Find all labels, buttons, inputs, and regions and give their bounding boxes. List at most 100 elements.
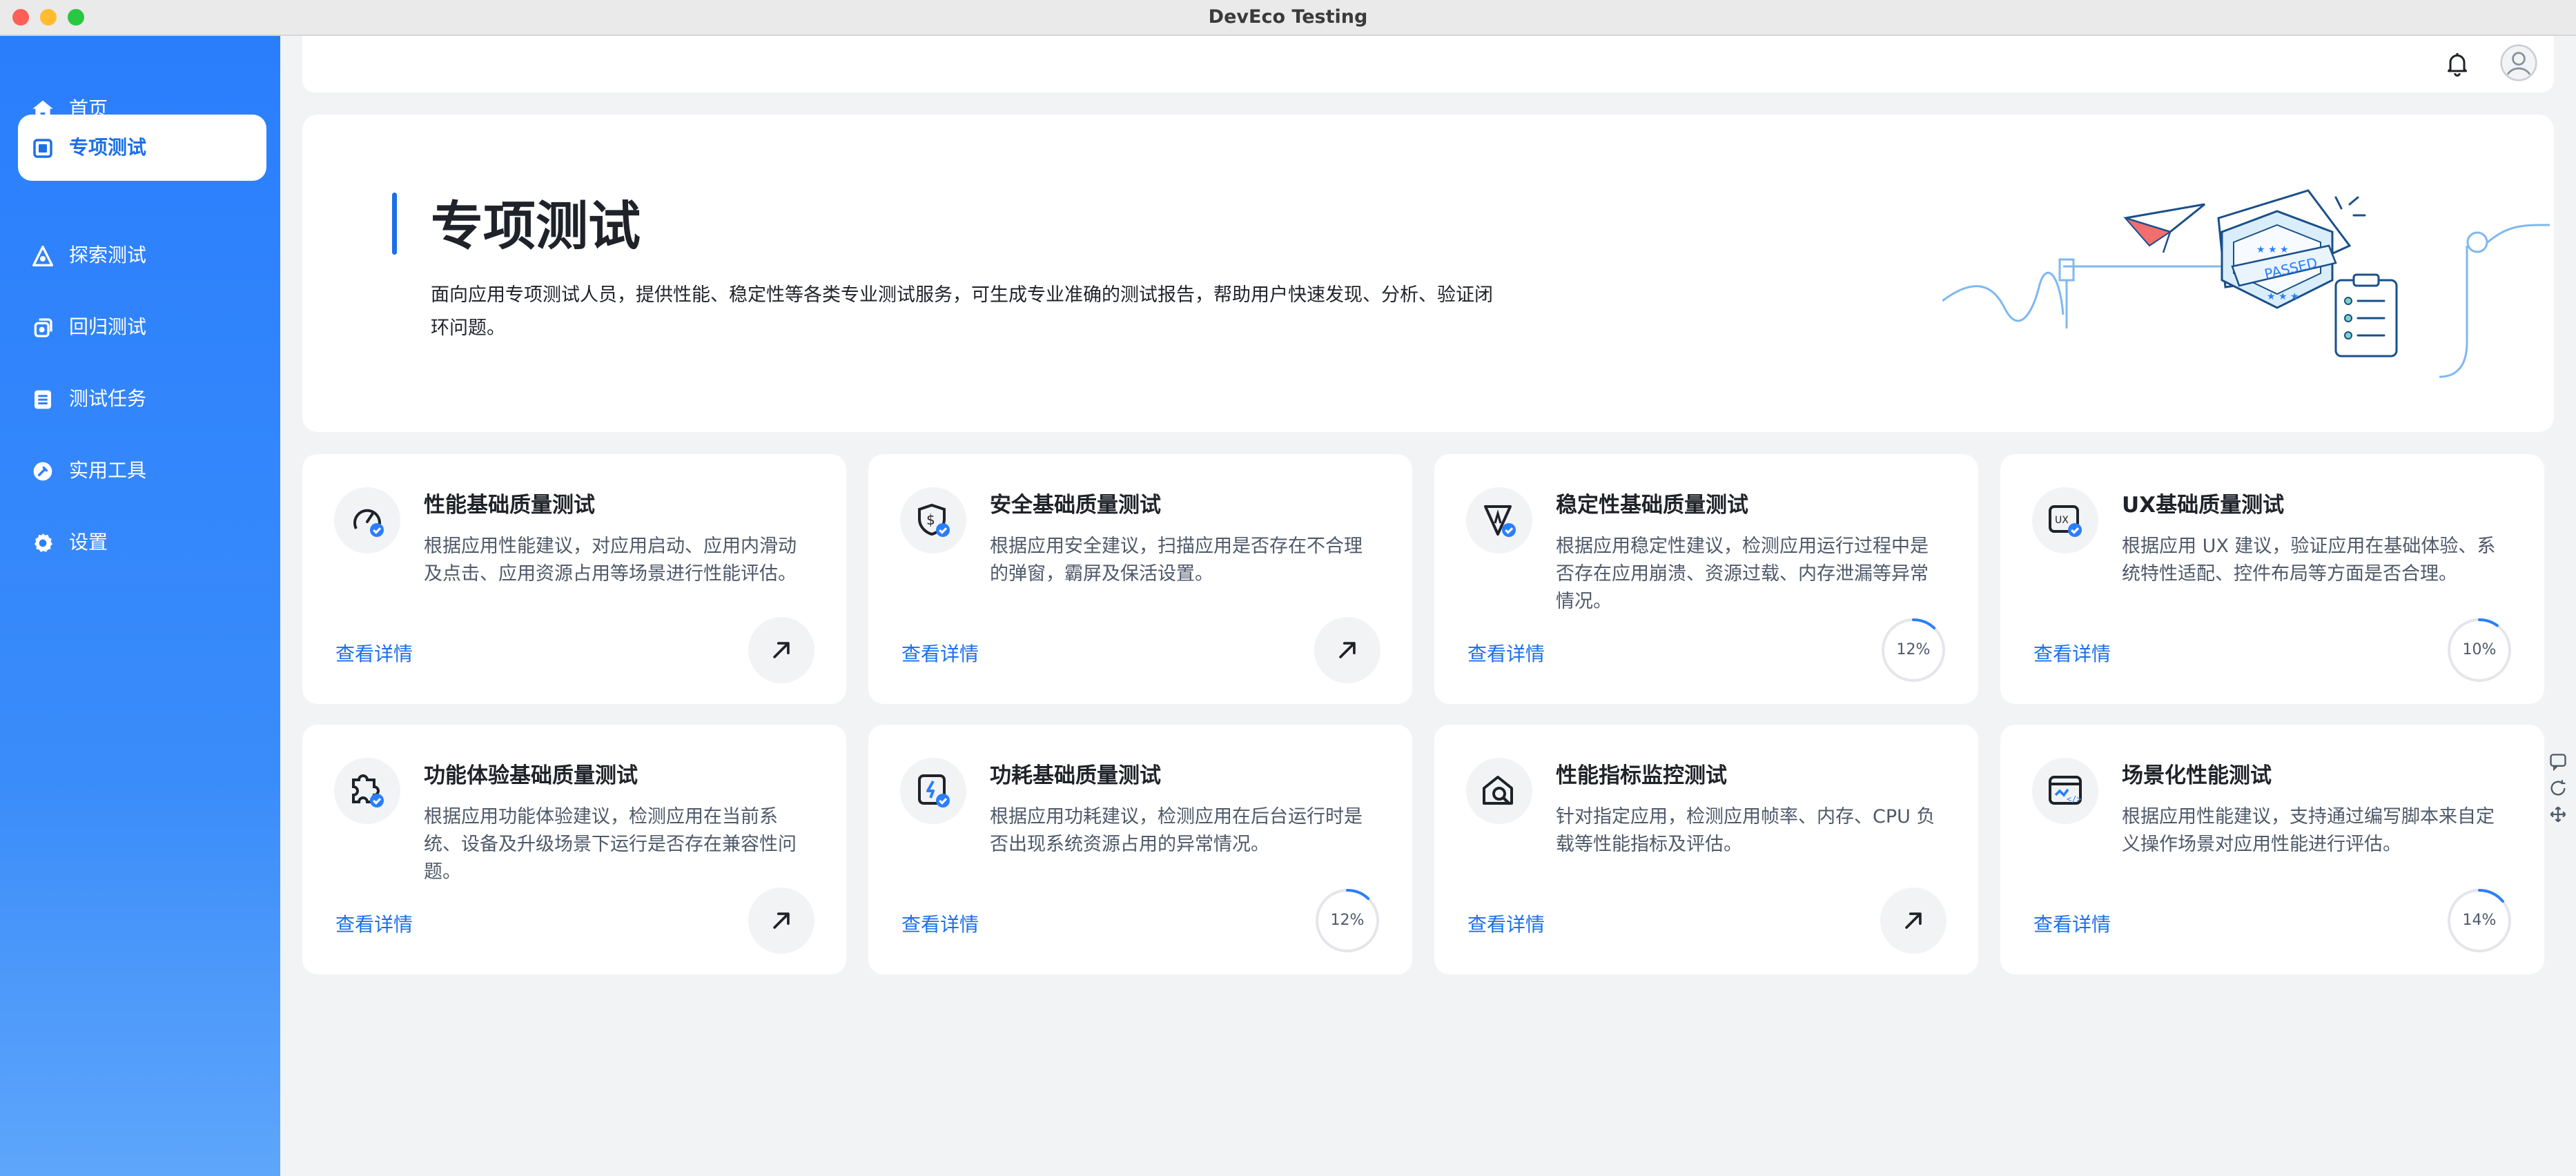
card-icon-wrap bbox=[334, 758, 400, 824]
svg-text:$: $ bbox=[926, 511, 935, 528]
open-arrow-button[interactable] bbox=[748, 617, 814, 683]
explore-icon bbox=[32, 246, 53, 266]
sidebar-item-label: 设置 bbox=[69, 531, 108, 553]
task-list-icon bbox=[35, 390, 51, 409]
sidebar-item-label: 探索测试 bbox=[69, 244, 147, 266]
view-details-link[interactable]: 查看详情 bbox=[2033, 910, 2111, 937]
progress-ring: 10% bbox=[2445, 616, 2514, 685]
power-consumption-icon bbox=[918, 774, 950, 807]
notification-bell-icon[interactable] bbox=[2443, 50, 2471, 77]
special-test-icon bbox=[33, 139, 52, 158]
card-function-experience[interactable]: 功能体验基础质量测试 根据应用功能体验建议，检测应用在当前系统、设备及升级场景下… bbox=[302, 725, 846, 974]
sidebar: 首页 专项测试 探索测试 回归测试 测试任务 实用工具 设置 bbox=[0, 36, 280, 1176]
open-arrow-button[interactable] bbox=[1880, 888, 1946, 954]
card-title: UX基础质量测试 bbox=[2122, 493, 2285, 518]
hero-banner: 专项测试 面向应用专项测试人员，提供性能、稳定性等各类专业测试服务，可生成专业准… bbox=[302, 115, 2554, 432]
progress-ring: 14% bbox=[2445, 886, 2514, 955]
window-title: DevEco Testing bbox=[1208, 6, 1368, 28]
card-performance-basic[interactable]: 性能基础质量测试 根据应用性能建议，对应用启动、应用内滑动及点击、应用资源占用等… bbox=[302, 454, 846, 704]
sidebar-item-settings[interactable]: 设置 bbox=[18, 509, 266, 576]
window-titlebar: DevEco Testing bbox=[0, 0, 2576, 36]
sidebar-item-tools[interactable]: 实用工具 bbox=[18, 438, 266, 504]
card-description: 根据应用安全建议，扫描应用是否存在不合理的弹窗，霸屏及保活设置。 bbox=[990, 536, 1363, 585]
drag-move-icon[interactable] bbox=[2548, 805, 2568, 824]
performance-gauge-icon bbox=[353, 509, 384, 537]
progress-label: 14% bbox=[2462, 912, 2497, 929]
card-title: 安全基础质量测试 bbox=[990, 493, 1161, 518]
card-description: 根据应用性能建议，对应用启动、应用内滑动及点击、应用资源占用等场景进行性能评估。 bbox=[424, 536, 797, 585]
sidebar-item-label: 回归测试 bbox=[69, 315, 147, 338]
refresh-icon[interactable] bbox=[2548, 778, 2568, 798]
card-description: 根据应用 UX 建议，验证应用在基础体验、系统特性适配、控件布局等方面是否合理。 bbox=[2122, 536, 2496, 585]
card-icon-wrap: </> bbox=[2032, 758, 2098, 824]
feedback-icon[interactable] bbox=[2548, 752, 2568, 772]
arrow-up-right-icon bbox=[773, 642, 790, 658]
sidebar-item-regression[interactable]: 回归测试 bbox=[18, 294, 266, 360]
card-icon-wrap bbox=[334, 487, 400, 553]
view-details-link[interactable]: 查看详情 bbox=[335, 910, 413, 937]
gear-icon bbox=[34, 533, 52, 552]
ux-icon: UX bbox=[2049, 505, 2082, 537]
card-power-consumption[interactable]: 功耗基础质量测试 根据应用功耗建议，检测应用在后台运行时是否出现系统资源占用的异… bbox=[868, 725, 1412, 974]
page-title: 专项测试 bbox=[431, 195, 641, 257]
card-icon-wrap bbox=[900, 758, 966, 824]
svg-text:</>: </> bbox=[2067, 794, 2082, 804]
card-scenario-performance[interactable]: </> 场景化性能测试 根据应用性能建议，支持通过编写脚本来自定义操作场景对应用… bbox=[2000, 725, 2544, 974]
card-icon-wrap: $ bbox=[900, 487, 966, 553]
arrow-up-right-icon bbox=[773, 912, 790, 929]
svg-text:★ ★ ★: ★ ★ ★ bbox=[2267, 291, 2299, 302]
card-description: 根据应用功耗建议，检测应用在后台运行时是否出现系统资源占用的异常情况。 bbox=[990, 806, 1363, 855]
card-description: 针对指定应用，检测应用帧率、内存、CPU 负载等性能指标及评估。 bbox=[1556, 806, 1935, 855]
top-bar bbox=[302, 36, 2554, 92]
card-title: 稳定性基础质量测试 bbox=[1556, 493, 1748, 518]
progress-ring: 12% bbox=[1879, 616, 1948, 685]
view-details-link[interactable]: 查看详情 bbox=[1467, 639, 1545, 667]
sidebar-item-label: 实用工具 bbox=[69, 459, 147, 482]
view-details-link[interactable]: 查看详情 bbox=[2033, 639, 2111, 667]
floating-toolbar bbox=[2547, 752, 2569, 825]
tools-icon bbox=[33, 462, 52, 481]
svg-text:★ ★ ★: ★ ★ ★ bbox=[2256, 244, 2289, 255]
user-avatar-icon[interactable] bbox=[2500, 44, 2537, 81]
title-accent-bar bbox=[392, 193, 397, 255]
stability-icon bbox=[1484, 505, 1516, 537]
sidebar-item-special-test[interactable]: 专项测试 bbox=[18, 115, 266, 181]
security-shield-icon: $ bbox=[918, 503, 950, 537]
progress-label: 12% bbox=[1330, 912, 1365, 929]
view-details-link[interactable]: 查看详情 bbox=[335, 639, 413, 667]
card-description: 根据应用稳定性建议，检测应用运行过程中是否存在应用崩溃、资源过载、内存泄漏等异常… bbox=[1556, 536, 1929, 612]
progress-label: 12% bbox=[1896, 641, 1931, 658]
card-ux-basic[interactable]: UX UX基础质量测试 根据应用 UX 建议，验证应用在基础体验、系统特性适配、… bbox=[2000, 454, 2544, 704]
function-experience-icon bbox=[352, 774, 384, 807]
performance-monitor-icon bbox=[1483, 776, 1513, 805]
progress-label: 10% bbox=[2462, 641, 2497, 658]
card-icon-wrap bbox=[1466, 758, 1532, 824]
passed-badge-illustration: PASSED ★ ★ ★ ★ ★ ★ bbox=[1942, 189, 2550, 378]
svg-text:UX: UX bbox=[2055, 515, 2069, 526]
card-title: 性能基础质量测试 bbox=[424, 493, 595, 518]
card-stability-basic[interactable]: 稳定性基础质量测试 根据应用稳定性建议，检测应用运行过程中是否存在应用崩溃、资源… bbox=[1434, 454, 1978, 704]
card-security-basic[interactable]: $ 安全基础质量测试 根据应用安全建议，扫描应用是否存在不合理的弹窗，霸屏及保活… bbox=[868, 454, 1412, 704]
view-details-link[interactable]: 查看详情 bbox=[901, 910, 979, 937]
regression-icon bbox=[34, 318, 52, 337]
sidebar-item-test-task[interactable]: 测试任务 bbox=[18, 366, 266, 432]
card-title: 性能指标监控测试 bbox=[1556, 763, 1727, 788]
card-description: 根据应用功能体验建议，检测应用在当前系统、设备及升级场景下运行是否存在兼容性问题… bbox=[424, 806, 797, 883]
progress-ring: 12% bbox=[1313, 886, 1382, 955]
card-title: 功能体验基础质量测试 bbox=[424, 763, 638, 788]
view-details-link[interactable]: 查看详情 bbox=[901, 639, 979, 667]
card-icon-wrap bbox=[1466, 487, 1532, 553]
sidebar-item-label: 测试任务 bbox=[69, 387, 147, 410]
card-title: 功耗基础质量测试 bbox=[990, 763, 1161, 788]
arrow-up-right-icon bbox=[1339, 642, 1356, 658]
arrow-up-right-icon bbox=[1905, 912, 1922, 929]
sidebar-item-explore[interactable]: 探索测试 bbox=[18, 222, 266, 288]
sidebar-item-label: 专项测试 bbox=[69, 136, 147, 159]
open-arrow-button[interactable] bbox=[1314, 617, 1380, 683]
view-details-link[interactable]: 查看详情 bbox=[1467, 910, 1545, 937]
card-title: 场景化性能测试 bbox=[2122, 763, 2272, 788]
card-performance-monitor[interactable]: 性能指标监控测试 针对指定应用，检测应用帧率、内存、CPU 负载等性能指标及评估… bbox=[1434, 725, 1978, 974]
scenario-script-icon: </> bbox=[2049, 776, 2082, 805]
card-description: 根据应用性能建议，支持通过编写脚本来自定义操作场景对应用性能进行评估。 bbox=[2122, 806, 2495, 855]
open-arrow-button[interactable] bbox=[748, 888, 814, 954]
